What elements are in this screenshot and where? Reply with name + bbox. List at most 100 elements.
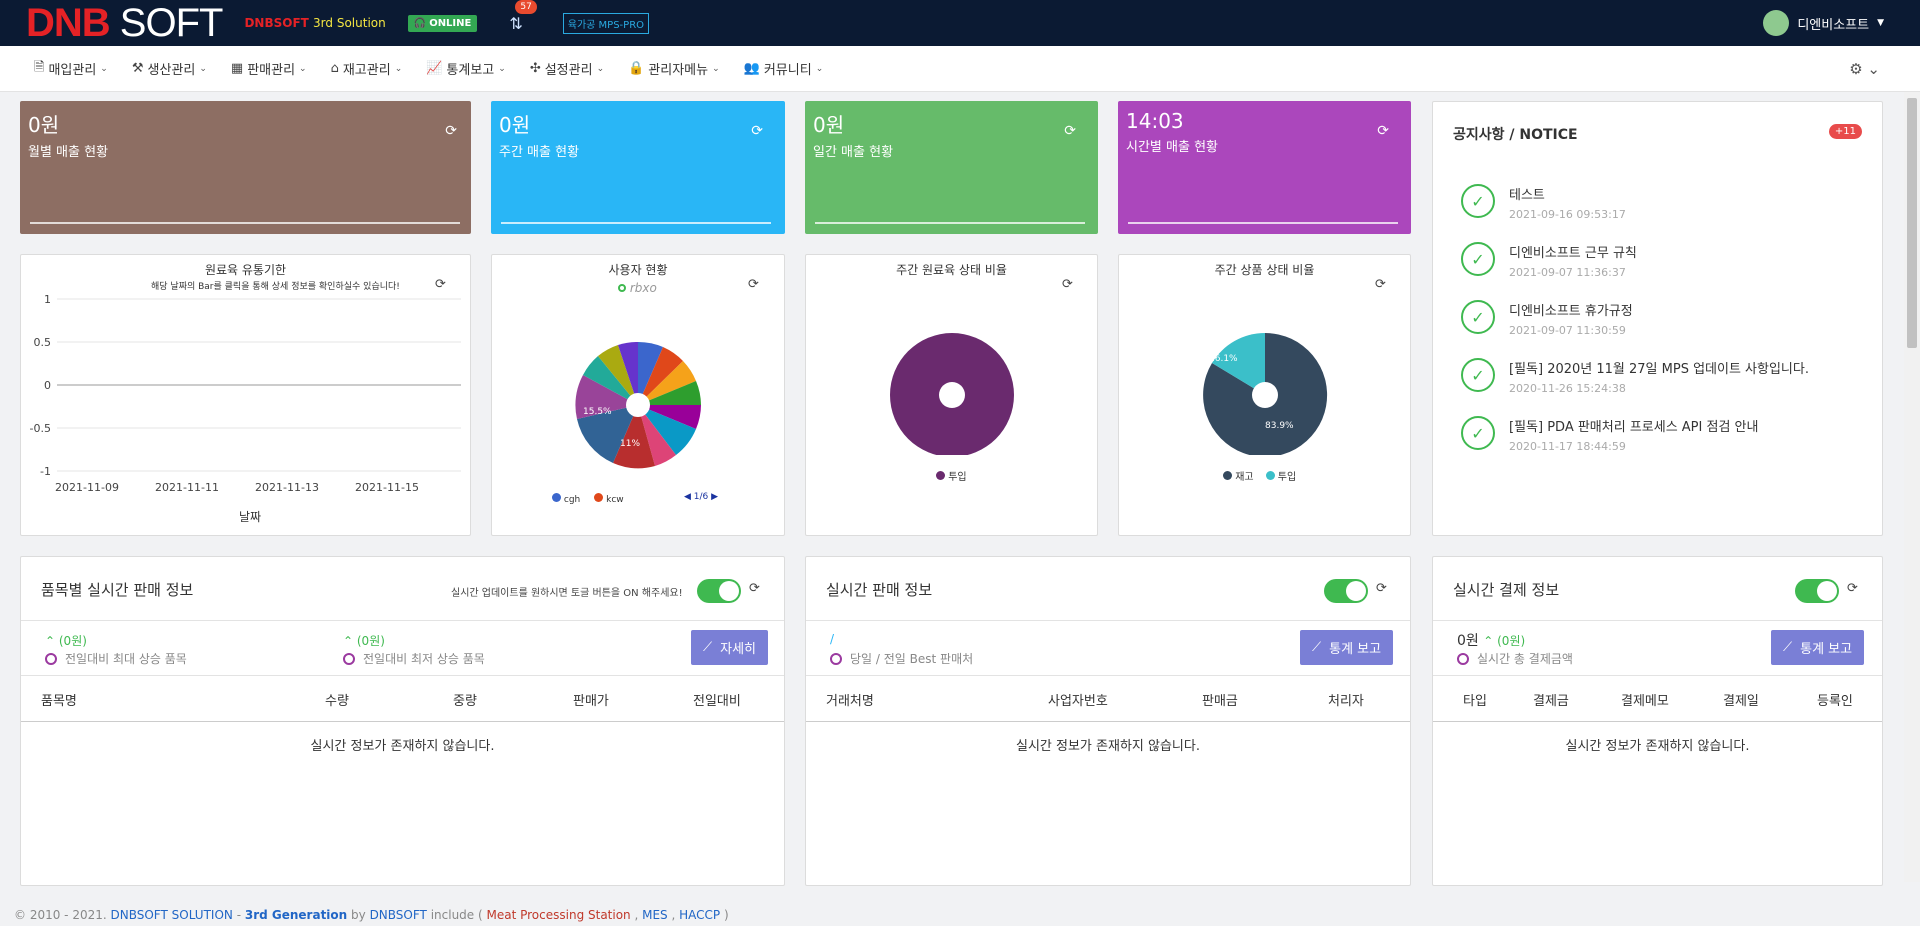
column-header[interactable]: 판매금 [1202,690,1238,709]
realtime-toggle[interactable] [697,579,741,603]
sparkline [1128,222,1398,224]
nav-admin[interactable]: 🔒 관리자메뉴 ⌄ [628,59,720,78]
chart-title: 사용자 현황 [608,263,668,277]
chart-icon: 📈 [426,61,443,76]
y-tick-label: 0 [44,379,51,392]
footer: © 2010 - 2021. DNBSOFT SOLUTION - 3rd Ge… [14,908,729,922]
pie-legend: cgh kcw [552,493,624,505]
headset-icon: 🎧 [413,17,427,29]
refresh-icon[interactable]: ⟳ [749,581,760,596]
column-header[interactable]: 중량 [453,690,477,709]
raw-chart-panel: 주간 원료육 상태 비율 ⟳ 투입 [805,254,1098,536]
x-axis-label: 날짜 [239,510,261,524]
notice-item[interactable]: ✓ 테스트 2021-09-16 09:53:17 [1461,184,1626,221]
column-header[interactable]: 판매가 [573,690,609,709]
nav-report[interactable]: 📈 통계보고 ⌄ [426,59,506,78]
realtime-toggle[interactable] [1795,579,1839,603]
column-header[interactable]: 결제일 [1723,690,1759,709]
nav-community[interactable]: 👥 커뮤니티 ⌄ [744,59,824,78]
scrollbar[interactable] [1904,92,1920,882]
top-bar: DNB SOFT DNBSOFT 3rd Solution 🎧 ONLINE ⇅ 5… [0,0,1920,46]
refresh-icon[interactable]: ⟳ [751,123,763,139]
check-icon: ✓ [1461,358,1495,392]
line-chart: 1 0.5 0 -0.5 -1 2021-11-09 2021-11-11 2021-11-1… [30,293,461,524]
y-tick-label: -1 [40,465,51,478]
column-header[interactable]: 사업자번호 [1048,690,1108,709]
check-icon: ✓ [1461,416,1495,450]
stat-hourly: 14:03 시간별 매출 현황 ⟳ [1118,101,1411,234]
section-title: 실시간 판매 정보 [826,581,933,599]
max-up-value: ⌃ (0원) [45,634,87,648]
report-button[interactable]: ⟋ 통계 보고 [1771,630,1865,665]
column-header[interactable]: 품목명 [41,690,77,709]
column-header[interactable]: 타입 [1463,690,1487,709]
tools-icon: ⚒ [131,61,144,76]
sub-brand: DNBSOFT 3rd Solution [244,16,386,30]
nav-purchase[interactable]: 🗎 매입관리 ⌄ [34,58,108,80]
people-icon: 👥 [743,61,760,76]
notice-item[interactable]: ✓ [필독] 2020년 11월 27일 MPS 업데이트 사항입니다. 2020-… [1461,358,1809,395]
refresh-icon[interactable]: ⟳ [445,123,457,139]
refresh-icon[interactable]: ⟳ [748,277,759,292]
notice-item[interactable]: ✓ [필독] PDA 판매처리 프로세스 API 점검 안내 2020-11-17 … [1461,416,1758,453]
nav-settings[interactable]: ✣ 설정관리 ⌄ [530,59,604,78]
nav-production[interactable]: ⚒ 생산관리 ⌄ [132,59,207,78]
notice-item[interactable]: ✓ 디엔비소프트 근무 규칙 2021-09-07 11:36:37 [1461,242,1637,279]
realtime-toggle[interactable] [1324,579,1368,603]
pie-chart: 83.9% 16.1% [1203,333,1328,455]
report-button[interactable]: ⟋ 통계 보고 [1300,630,1394,665]
nav-sales[interactable]: ▦ 판매관리 ⌄ [231,59,307,78]
refresh-icon[interactable]: ⟳ [1376,581,1387,596]
lock-icon: 🔒 [628,61,645,76]
user-chart-panel: 사용자 현황 rbxo ⟳ 15.5% 11% cgh kcw ◀ 1/6 ▶ [491,254,785,536]
trend-icon: ⟋ [703,640,713,655]
trend-icon: ⟋ [1312,640,1322,655]
refresh-icon[interactable]: ⟳ [1062,277,1073,292]
mode-badge[interactable]: 육가공 MPS-PRO [562,12,650,34]
x-tick-label: 2021-11-13 [255,481,319,494]
stat-monthly: 0원 월별 매출 현황 ⟳ [20,101,471,234]
column-header[interactable]: 처리자 [1328,690,1364,709]
column-header[interactable]: 결제금 [1533,690,1569,709]
sparkline [30,222,460,224]
column-header[interactable]: 수량 [325,690,349,709]
expiry-chart-panel: 원료육 유통기한 해당 날짜의 Bar를 클릭을 통해 상세 정보를 확인하실수… [20,254,471,536]
notice-item[interactable]: ✓ 디엔비소프트 휴가규정 2021-09-07 11:30:59 [1461,300,1633,337]
nav-inventory[interactable]: ⌂ 재고관리 ⌄ [331,59,403,78]
sparkline [815,222,1085,224]
stat-weekly: 0원 주간 매출 현황 ⟳ [491,101,785,234]
column-header[interactable]: 결제메모 [1621,690,1669,709]
footer-link[interactable]: DNBSOFT SOLUTION [111,908,233,922]
empty-message: 실시간 정보가 존재하지 않습니다. [1016,739,1200,754]
section-title: 실시간 결제 정보 [1453,581,1560,599]
user-menu[interactable]: 디엔비소프트 ▼ [1763,10,1884,36]
notice-badge[interactable]: +11 [1828,124,1862,139]
svg-text:83.9%: 83.9% [1265,421,1294,431]
sales-panel: 실시간 판매 정보 ⟳ / 당일 / 전일 Best 판매처 ⟋ 통계 보고 거래… [805,556,1411,886]
y-tick-label: 0.5 [34,336,52,349]
detail-button[interactable]: ⟋ 자세히 [691,630,768,665]
refresh-icon[interactable]: ⟳ [1375,277,1386,292]
svg-text:15.5%: 15.5% [583,407,612,417]
refresh-icon[interactable]: ⟳ [1847,581,1858,596]
x-tick-label: 2021-11-15 [355,481,419,494]
legend-pager[interactable]: ◀ 1/6 ▶ [684,492,718,502]
check-icon: ✓ [1461,184,1495,218]
notification-button[interactable]: ⇅ 57 [509,0,537,33]
item-sales-panel: 품목별 실시간 판매 정보 실시간 업데이트를 원하시면 토글 버튼을 ON 해… [20,556,785,886]
best-value: / [830,632,835,646]
notice-title: 공지사항 / NOTICE [1453,127,1578,143]
refresh-icon[interactable]: ⟳ [1064,123,1076,139]
column-header[interactable]: 거래처명 [826,690,874,709]
column-header[interactable]: 전일대비 [693,690,741,709]
column-header[interactable]: 등록인 [1817,690,1853,709]
stat-daily: 0원 일간 매출 현황 ⟳ [805,101,1098,234]
payment-panel: 실시간 결제 정보 ⟳ 0원 ⌃ (0원) 실시간 총 결제금액 ⟋ 통계 보고 … [1432,556,1883,886]
logo[interactable]: DNB SOFT [26,0,223,46]
check-icon: ✓ [1461,300,1495,334]
user-name: 디엔비소프트 [1797,17,1870,33]
notice-panel: 공지사항 / NOTICE +11 ✓ 테스트 2021-09-16 09:53:1… [1432,101,1883,536]
refresh-icon[interactable]: ⟳ [1377,123,1389,139]
gear-icon[interactable]: ⚙ ⌄ [1849,60,1880,78]
min-up-value: ⌃ (0원) [343,634,385,648]
